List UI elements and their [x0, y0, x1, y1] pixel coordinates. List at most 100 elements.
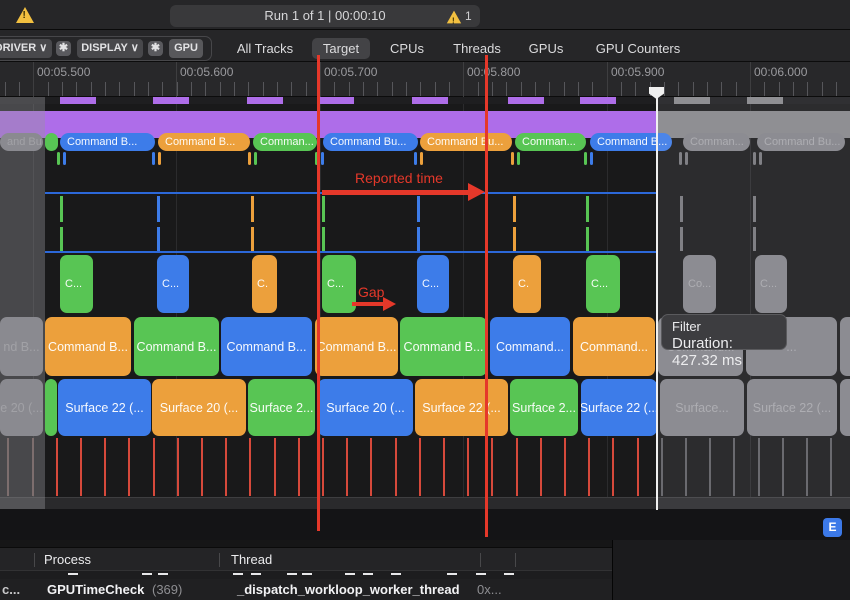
ruler-minor-tick — [48, 82, 49, 96]
control-display-dropdown[interactable]: DISPLAY ∨ — [77, 39, 143, 58]
command-buffer-capsule[interactable]: Command B... — [60, 133, 155, 151]
table-row[interactable]: c... GPUTimeCheck (369) _dispatch_worklo… — [0, 579, 612, 600]
column-divider[interactable] — [515, 553, 516, 567]
annotation-line-start — [317, 55, 320, 531]
surface-block[interactable]: Surface 20 (... — [318, 379, 413, 436]
tab-gpus[interactable]: GPUs — [523, 38, 569, 59]
event-line — [417, 196, 420, 222]
vsync-peak — [153, 97, 189, 104]
ruler-minor-tick — [263, 82, 264, 96]
vsync-tick — [249, 438, 251, 496]
tab-target[interactable]: Target — [312, 38, 370, 59]
encoder-tick — [57, 152, 60, 165]
tab-gpu-counters[interactable]: GPU Counters — [582, 38, 694, 59]
ruler-minor-tick — [205, 82, 206, 96]
reported-time-label: Reported time — [355, 170, 443, 186]
encoder-tick — [511, 152, 514, 165]
surface-block[interactable]: Surface 22 (... — [581, 379, 657, 436]
command-buffer-capsule[interactable]: Command B... — [158, 133, 250, 151]
ruler-minor-tick — [678, 82, 679, 96]
vsync-peak — [60, 97, 96, 104]
command-buffer-block[interactable]: Command B... — [221, 317, 312, 376]
ruler-major-tick — [33, 62, 34, 97]
timeline-ruler[interactable]: 00:05.50000:05.60000:05.70000:05.80000:0… — [0, 62, 850, 97]
ruler-minor-tick — [779, 82, 780, 96]
tab-bar: DRIVER ∨ ✱ DISPLAY ∨ ✱ GPU All Tracks Target C… — [0, 30, 850, 62]
column-divider[interactable] — [480, 553, 481, 567]
ruler-minor-tick — [19, 82, 20, 96]
column-divider[interactable] — [34, 553, 35, 567]
column-header-process[interactable]: Process — [44, 552, 91, 567]
control-driver-dropdown[interactable]: DRIVER ∨ — [0, 39, 52, 58]
vsync-tick — [491, 438, 493, 496]
command-buffer-block[interactable]: Command B... — [134, 317, 219, 376]
event-line — [322, 196, 325, 222]
column-header-thread[interactable]: Thread — [231, 552, 272, 567]
ruler-minor-tick — [234, 82, 235, 96]
ruler-minor-tick — [248, 82, 249, 96]
surface-block[interactable]: Surface 2... — [248, 379, 315, 436]
control-star-button[interactable]: ✱ — [148, 41, 163, 56]
ruler-minor-tick — [119, 82, 120, 96]
e-badge[interactable]: E — [823, 518, 842, 537]
ruler-minor-tick — [277, 82, 278, 96]
gpu-block-small[interactable]: C... — [157, 255, 189, 313]
partial-row — [0, 571, 612, 579]
event-line — [251, 227, 254, 251]
tab-cpus[interactable]: CPUs — [384, 38, 430, 59]
ruler-minor-tick — [5, 82, 6, 96]
vsync-tick — [56, 438, 58, 496]
vsync-tick — [128, 438, 130, 496]
ruler-minor-tick — [564, 82, 565, 96]
command-buffer-block[interactable]: Command... — [490, 317, 570, 376]
ruler-minor-tick — [349, 82, 350, 96]
run-status-pill[interactable]: Run 1 of 1 | 00:00:10 1 — [170, 5, 480, 27]
ruler-minor-tick — [363, 82, 364, 96]
vsync-tick — [177, 438, 179, 496]
gpu-block-small[interactable]: C... — [322, 255, 356, 313]
gpu-block-small[interactable]: C. — [513, 255, 541, 313]
surface-block[interactable] — [45, 379, 57, 436]
surface-block[interactable]: Surface 22 (... — [58, 379, 151, 436]
command-buffer-block[interactable]: Command... — [573, 317, 655, 376]
gpu-block-small[interactable]: C... — [417, 255, 449, 313]
process-name: GPUTimeCheck — [47, 582, 144, 597]
event-line — [586, 227, 589, 251]
command-buffer-capsule[interactable]: Comman... — [253, 133, 317, 151]
command-buffer-capsule[interactable]: Comman... — [515, 133, 586, 151]
gpu-block-small[interactable]: C. — [252, 255, 277, 313]
gpu-block-small[interactable]: C... — [586, 255, 620, 313]
event-line — [513, 227, 516, 251]
warning-icon[interactable] — [16, 7, 34, 23]
partial-row-dash — [158, 573, 168, 575]
command-buffer-block[interactable]: Command B... — [45, 317, 131, 376]
control-star-button[interactable]: ✱ — [56, 41, 71, 56]
surface-block[interactable]: Surface 22 (... — [415, 379, 508, 436]
gpu-block-small[interactable]: C... — [60, 255, 93, 313]
vsync-tick — [104, 438, 106, 496]
command-buffer-block[interactable]: Command B... — [400, 317, 487, 376]
playhead-line[interactable] — [656, 88, 658, 510]
encoder-tick — [321, 152, 324, 165]
surface-block[interactable]: Surface 20 (... — [152, 379, 246, 436]
vsync-tick — [322, 438, 324, 496]
command-buffer-capsule[interactable] — [45, 133, 58, 151]
command-buffer-capsule[interactable]: Command Bu... — [420, 133, 512, 151]
ruler-minor-tick — [549, 82, 550, 96]
ruler-minor-tick — [91, 82, 92, 96]
ruler-minor-tick — [148, 82, 149, 96]
tab-all-tracks[interactable]: All Tracks — [230, 38, 300, 59]
event-line — [251, 196, 254, 222]
ruler-minor-tick — [592, 82, 593, 96]
column-divider[interactable] — [219, 553, 220, 567]
command-buffer-capsule[interactable]: Command Bu... — [323, 133, 418, 151]
control-gpu-button[interactable]: GPU — [169, 39, 203, 58]
gap-arrowhead-icon — [383, 297, 396, 311]
tab-threads[interactable]: Threads — [443, 38, 511, 59]
left-dim-overlay — [0, 97, 45, 509]
ruler-time-label: 00:05.900 — [611, 65, 664, 79]
encoder-tick — [590, 152, 593, 165]
surface-block[interactable]: Surface 2... — [510, 379, 578, 436]
ruler-major-tick — [176, 62, 177, 97]
command-buffer-block[interactable]: Command B... — [315, 317, 398, 376]
